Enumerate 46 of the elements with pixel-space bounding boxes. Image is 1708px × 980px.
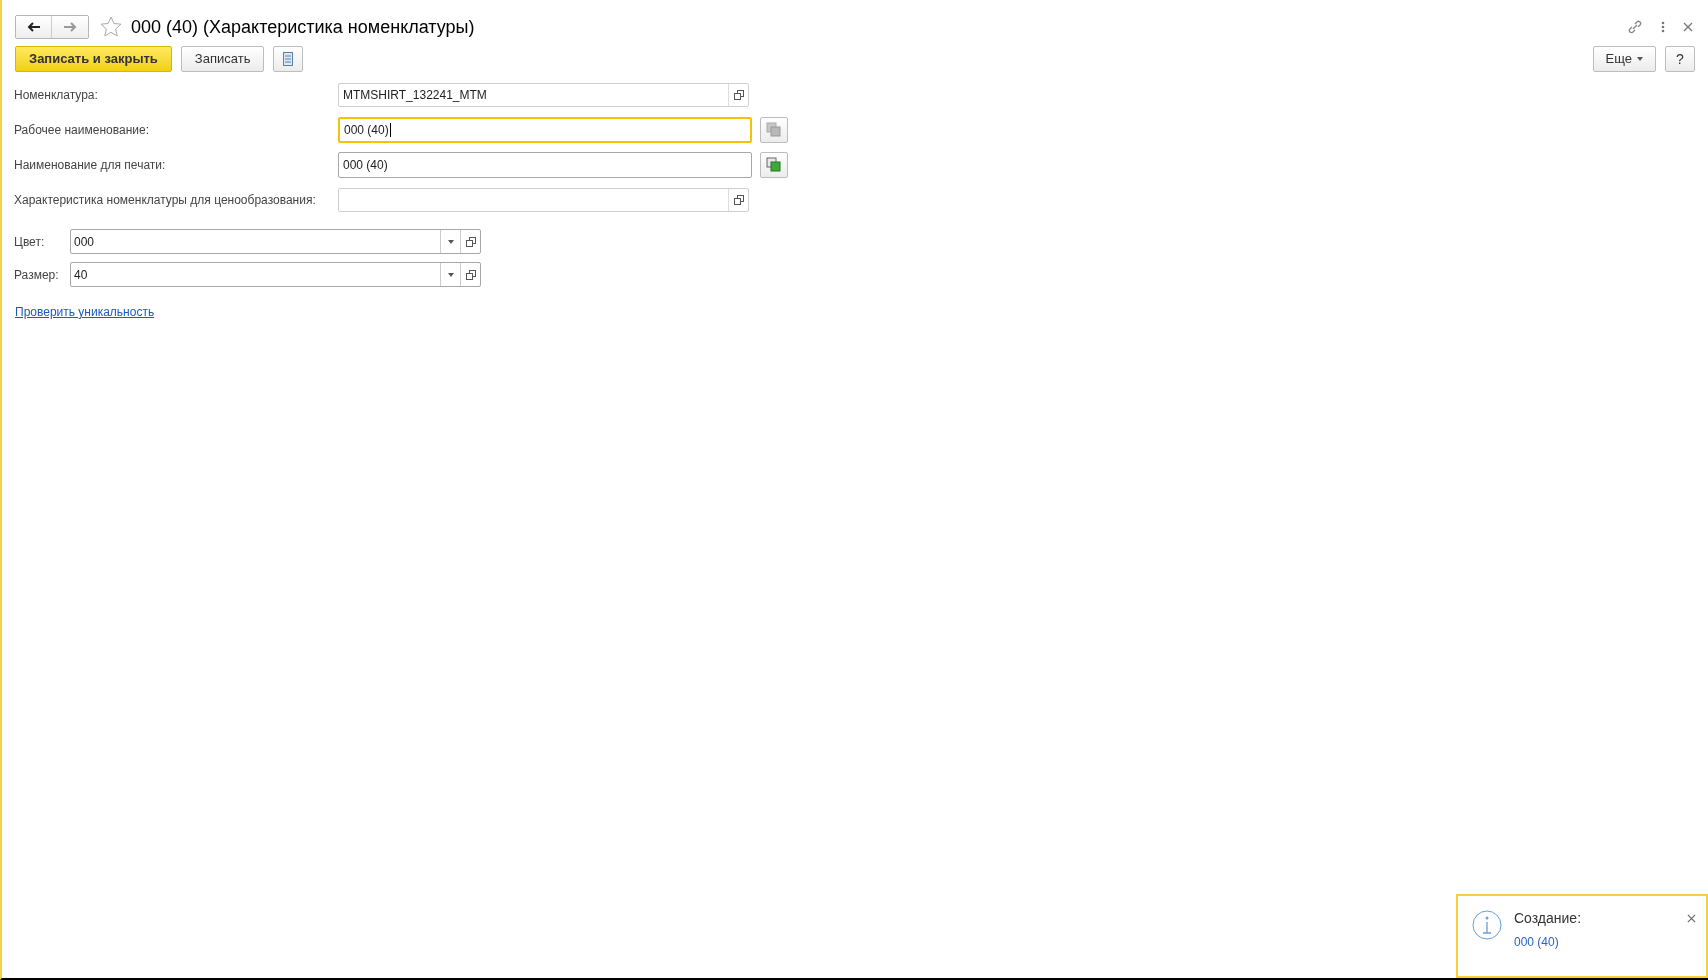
copy-icon bbox=[766, 157, 782, 173]
report-button[interactable] bbox=[273, 46, 304, 72]
field-label: Рабочее наименование: bbox=[14, 122, 150, 139]
field-label: Характеристика номенклатуры для ценообразования: bbox=[14, 192, 317, 209]
save-and-close-button[interactable]: Записать и закрыть bbox=[15, 46, 172, 72]
notification-link[interactable]: 000 (40) bbox=[1514, 933, 1559, 951]
forward-arrow-icon bbox=[63, 22, 77, 32]
input-field[interactable]: MTMSHIRT_132241_MTM bbox=[338, 83, 749, 107]
more-vertical-icon[interactable] bbox=[1661, 21, 1665, 33]
open-icon bbox=[733, 90, 744, 100]
field-label: Номенклатура: bbox=[14, 87, 99, 104]
field-value: 000 bbox=[73, 233, 96, 251]
check-uniqueness-link[interactable]: Проверить уникальность bbox=[15, 303, 155, 321]
window-title: 000 (40) (Характеристика номенклатуры) bbox=[131, 15, 475, 39]
link-icon[interactable] bbox=[1627, 19, 1643, 35]
list-icon bbox=[283, 52, 294, 66]
dropdown-field[interactable]: 000 bbox=[70, 229, 481, 254]
input-field[interactable] bbox=[338, 188, 749, 212]
field-value: 000 (40) bbox=[342, 157, 388, 174]
notification-title: Создание: bbox=[1514, 909, 1583, 928]
open-icon bbox=[465, 269, 476, 280]
copy-button[interactable] bbox=[760, 152, 788, 178]
field-label: Размер: bbox=[14, 266, 60, 284]
open-icon bbox=[465, 236, 476, 247]
star-icon[interactable] bbox=[99, 15, 123, 39]
dropdown-field[interactable]: 40 bbox=[70, 262, 481, 287]
close-icon[interactable] bbox=[1683, 22, 1693, 32]
back-arrow-icon bbox=[26, 22, 41, 32]
caret-icon bbox=[447, 239, 454, 244]
field-label: Наименование для печати: bbox=[14, 157, 167, 174]
more-button[interactable]: Еще bbox=[1592, 46, 1656, 72]
caret-icon bbox=[1637, 57, 1643, 61]
text-cursor bbox=[389, 123, 391, 137]
info-icon bbox=[1472, 910, 1502, 940]
field-value: MTMSHIRT_132241_MTM bbox=[342, 87, 488, 104]
help-button[interactable]: ? bbox=[1665, 46, 1695, 72]
caret-icon bbox=[447, 272, 454, 277]
open-icon bbox=[733, 195, 744, 205]
close-icon[interactable] bbox=[1687, 914, 1696, 923]
field-label: Цвет: bbox=[14, 233, 46, 251]
field-value: 000 (40) bbox=[343, 122, 389, 139]
back-button[interactable] bbox=[16, 16, 52, 38]
save-button[interactable]: Записать bbox=[180, 46, 265, 72]
input-field[interactable]: 000 (40) bbox=[338, 152, 752, 178]
field-value: 40 bbox=[73, 266, 89, 284]
copy-icon bbox=[766, 122, 782, 138]
